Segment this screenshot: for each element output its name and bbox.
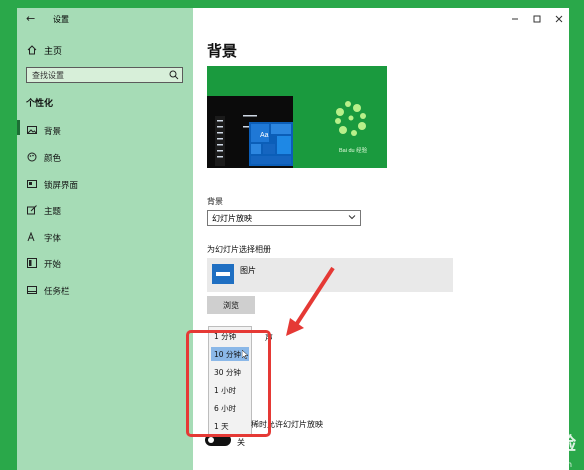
minimize-icon[interactable] bbox=[509, 13, 521, 25]
sidebar-item-start[interactable]: 开始 bbox=[17, 252, 193, 276]
preview-tile-text: Aa bbox=[260, 132, 269, 139]
close-icon[interactable] bbox=[553, 13, 565, 25]
sidebar-item-label: 字体 bbox=[44, 234, 62, 244]
home-link[interactable]: 主页 bbox=[44, 44, 62, 57]
highlight-box bbox=[186, 330, 271, 437]
background-select-value: 幻灯片放映 bbox=[212, 214, 252, 223]
search-placeholder: 查找设置 bbox=[32, 71, 64, 80]
section-heading: 个性化 bbox=[26, 99, 54, 109]
sidebar-item-label: 主题 bbox=[44, 207, 62, 217]
sidebar-item-taskbar[interactable]: 任务栏 bbox=[17, 279, 193, 303]
home-icon bbox=[27, 45, 37, 55]
sidebar-item-lock-screen[interactable]: 锁屏界面 bbox=[17, 173, 193, 197]
sidebar-item-label: 任务栏 bbox=[44, 287, 70, 297]
preview-logo-text: Bai du 经验 bbox=[339, 146, 368, 154]
sidebar-item-themes[interactable]: 主题 bbox=[17, 199, 193, 223]
search-icon bbox=[169, 70, 179, 80]
toggle-state-label: 关 bbox=[237, 438, 245, 447]
start-icon bbox=[27, 258, 37, 268]
taskbar-icon bbox=[27, 286, 37, 294]
picture-icon bbox=[27, 126, 37, 134]
background-select[interactable]: 幻灯片放映 bbox=[207, 210, 361, 226]
folder-icon bbox=[212, 264, 234, 284]
font-icon bbox=[27, 232, 35, 242]
watermark-url: jingyan.baidu.com bbox=[498, 460, 572, 469]
sidebar-item-label: 开始 bbox=[44, 260, 62, 270]
sidebar-item-background[interactable]: 背景 bbox=[17, 119, 193, 143]
sidebar-item-label: 颜色 bbox=[44, 154, 62, 164]
maximize-icon[interactable] bbox=[531, 13, 543, 25]
search-input[interactable]: 查找设置 bbox=[26, 67, 183, 83]
brush-icon bbox=[27, 205, 37, 215]
browse-button[interactable]: 浏览 bbox=[207, 296, 255, 314]
page-title: 背景 bbox=[207, 42, 238, 60]
sidebar-item-fonts[interactable]: 字体 bbox=[17, 226, 193, 250]
back-button[interactable]: ← bbox=[26, 12, 35, 25]
chevron-down-icon bbox=[348, 215, 356, 220]
background-preview: Aa Bai du 经验 bbox=[207, 66, 387, 168]
album-label: 为幻灯片选择相册 bbox=[207, 245, 271, 254]
background-label: 背景 bbox=[207, 197, 223, 206]
sidebar: ← 设置 主页 查找设置 个性化 背景 颜色 锁屏界面 主题 字体 开始 任务栏 bbox=[17, 8, 193, 470]
settings-window: ← 设置 主页 查找设置 个性化 背景 颜色 锁屏界面 主题 字体 开始 任务栏… bbox=[17, 8, 569, 470]
red-arrow-annotation bbox=[286, 266, 335, 336]
window-title: 设置 bbox=[53, 15, 69, 24]
watermark-logo: Bai 经验 bbox=[501, 434, 576, 455]
lock-screen-icon bbox=[27, 180, 37, 188]
sidebar-item-colors[interactable]: 颜色 bbox=[17, 146, 193, 170]
palette-icon bbox=[27, 152, 37, 162]
desktop-preview-image: Aa Bai du 经验 bbox=[207, 66, 387, 168]
sidebar-item-label: 锁屏界面 bbox=[44, 181, 79, 191]
album-item-label: 图片 bbox=[240, 266, 256, 275]
sidebar-item-label: 背景 bbox=[44, 127, 62, 137]
